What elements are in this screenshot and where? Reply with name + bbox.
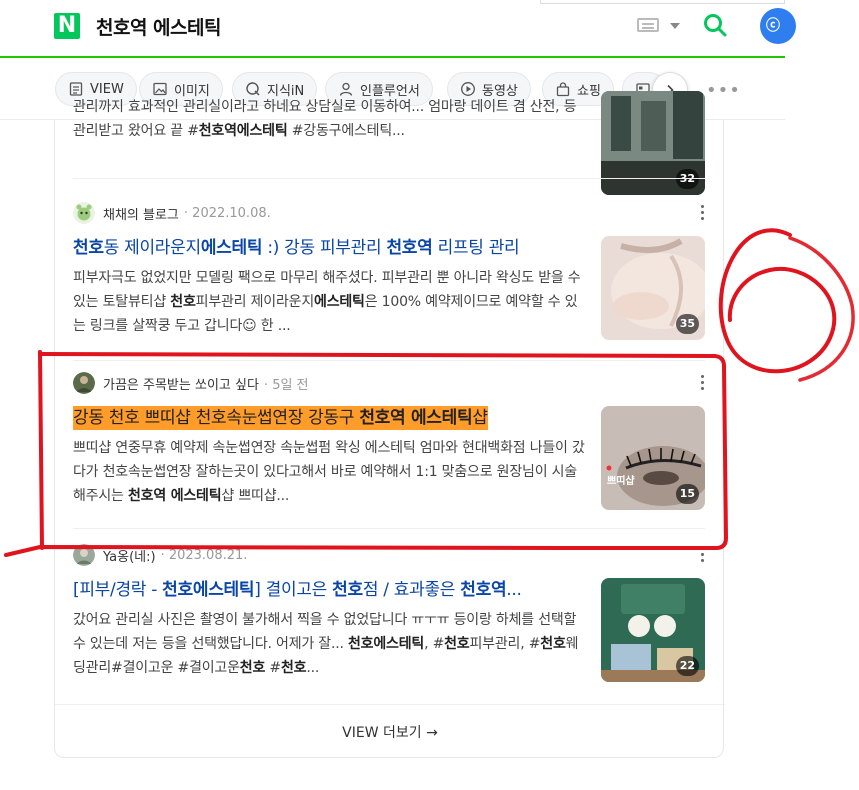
post-date: · 5일 전 xyxy=(263,377,309,393)
popup-edge xyxy=(540,0,785,4)
view-more-button[interactable]: VIEW 더보기 → xyxy=(55,704,725,758)
author-name[interactable]: 채채의 블로그 xyxy=(103,204,179,223)
post-date: · 2023.08.21. xyxy=(160,547,248,563)
avatar xyxy=(73,202,95,224)
more-vertical-icon[interactable] xyxy=(701,375,705,391)
thumb-label: 쁘띠샵 xyxy=(607,476,635,487)
list-item[interactable]: 관리까지 효과적인 관리실이라고 하네요 상담실로 이동하여... 엄마랑 데이… xyxy=(73,91,705,195)
image-count-badge: 15 xyxy=(675,484,699,504)
result-description[interactable]: 갔어요 관리실 사진은 촬영이 불가해서 찍을 수 없었답니다 ㅠㅜㅠ 등이랑 … xyxy=(73,608,585,680)
more-vertical-icon[interactable] xyxy=(701,547,705,563)
result-title[interactable]: 강동 천호 쁘띠샵 천호속눈썹연장 강동구 천호역 에스테틱샵 xyxy=(73,406,488,430)
keyboard-icon[interactable] xyxy=(637,18,659,32)
more-options-icon[interactable]: ••• xyxy=(706,80,741,101)
result-description[interactable]: 관리까지 효과적인 관리실이라고 하네요 상담실로 이동하여... 엄마랑 데이… xyxy=(73,95,585,143)
list-item[interactable]: Ya옹(네:) · 2023.08.21. [피부/경락 - 천호에스테틱] 결… xyxy=(73,544,705,684)
post-date: · 2022.10.08. xyxy=(183,205,271,221)
chevron-down-icon[interactable] xyxy=(670,23,680,29)
author-name[interactable]: 가끔은 주목받는 쏘이고 싶다 xyxy=(103,374,259,393)
result-thumbnail[interactable]: 32 xyxy=(601,91,705,195)
author-name[interactable]: Ya옹(네:) xyxy=(103,546,156,565)
result-author[interactable]: 가끔은 주목받는 쏘이고 싶다 · 5일 전 xyxy=(73,372,309,394)
result-thumbnail[interactable]: 22 xyxy=(601,578,705,682)
more-vertical-icon[interactable] xyxy=(701,205,705,221)
image-count-badge: 32 xyxy=(675,169,699,189)
list-item[interactable]: 채채의 블로그 · 2022.10.08. 천호동 제이라운지에스테틱 :) 강… xyxy=(73,202,705,342)
result-author[interactable]: Ya옹(네:) · 2023.08.21. xyxy=(73,544,247,566)
view-results: 관리까지 효과적인 관리실이라고 하네요 상담실로 이동하여... 엄마랑 데이… xyxy=(54,91,725,758)
divider xyxy=(73,178,705,179)
avatar xyxy=(73,372,95,394)
result-description[interactable]: 쁘띠샵 연중무휴 예약제 속눈썹연장 속눈썹펌 왁싱 에스테틱 엄마와 현대백화… xyxy=(73,436,585,508)
result-thumbnail[interactable]: 쁘띠샵 15 xyxy=(601,406,705,510)
search-query[interactable]: 천호역 에스테틱 xyxy=(96,13,221,40)
result-author[interactable]: 채채의 블로그 · 2022.10.08. xyxy=(73,202,271,224)
list-item[interactable]: 가끔은 주목받는 쏘이고 싶다 · 5일 전 강동 천호 쁘띠샵 천호속눈썹연장… xyxy=(73,372,705,512)
avatar xyxy=(73,544,95,566)
search-icon[interactable] xyxy=(703,13,727,37)
search-header: N 천호역 에스테틱 ⓒ xyxy=(0,0,796,58)
result-title[interactable]: [피부/경락 - 천호에스테틱] 결이고은 천호점 / 효과좋은 천호역... xyxy=(73,578,585,602)
divider xyxy=(73,360,705,361)
divider xyxy=(73,528,705,529)
result-description[interactable]: 피부자극도 없었지만 모델링 팩으로 마무리 해주셨다. 피부관리 뿐 아니라 … xyxy=(73,266,585,338)
image-count-badge: 22 xyxy=(675,656,699,676)
image-count-badge: 35 xyxy=(675,314,699,334)
avatar[interactable]: ⓒ xyxy=(760,8,796,44)
naver-logo[interactable]: N xyxy=(54,13,80,39)
result-thumbnail[interactable]: 35 xyxy=(601,236,705,340)
result-title[interactable]: 천호동 제이라운지에스테틱 :) 강동 피부관리 천호역 리프팅 관리 xyxy=(73,236,585,260)
